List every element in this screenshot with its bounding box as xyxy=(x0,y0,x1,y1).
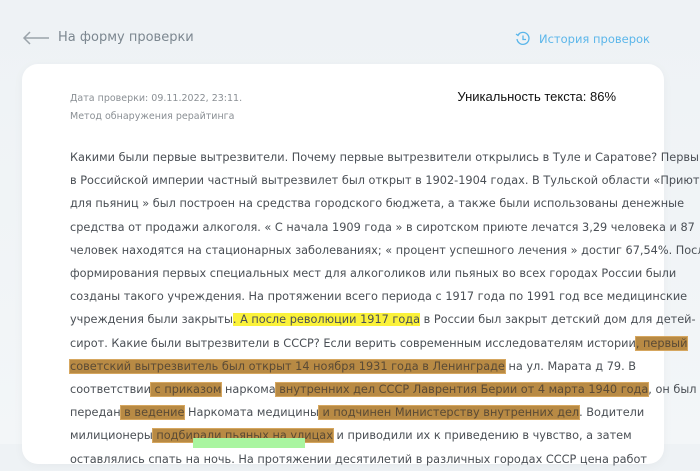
highlight-orange: с приказом xyxy=(149,382,223,398)
text-segment: сирот. Какие были вытрезвители в СССР? Е… xyxy=(70,336,636,350)
highlight-orange: и подчинен Министерству внутренних дел xyxy=(317,405,581,421)
highlight-orange: в ведение xyxy=(119,405,186,421)
back-label: На форму проверки xyxy=(58,30,194,45)
text-line: милиционеры подбирали пьяных на улицах и… xyxy=(70,424,700,447)
arrow-left-icon xyxy=(22,30,49,45)
highlight-orange: , первый xyxy=(634,335,689,351)
checked-text: Какими были первые вытрезвители. Почему … xyxy=(69,146,700,471)
text-line: человек находятся на стационарных заболе… xyxy=(70,239,700,262)
highlight-green xyxy=(193,438,305,448)
text-segment: . Водители xyxy=(579,406,645,420)
text-line: соответствии с приказом наркома внутренн… xyxy=(70,378,700,401)
text-line: созданы такого учреждения. На протяжении… xyxy=(70,285,700,308)
text-segment: человек находятся на стационарных заболе… xyxy=(70,243,700,257)
history-icon xyxy=(515,31,530,45)
text-segment: , он был xyxy=(648,383,697,397)
text-segment: средства от продажи алкоголя. « С начала… xyxy=(70,220,695,234)
text-line: в Российской империи частный вытрезвилет… xyxy=(70,169,700,192)
check-method: Метод обнаружения рерайтинга xyxy=(70,111,235,122)
text-segment: оставлялись спать на ночь. На протяжении… xyxy=(70,452,648,466)
text-segment: созданы такого учреждения. На протяжении… xyxy=(70,290,688,304)
back-to-form-link[interactable]: На форму проверки xyxy=(22,30,194,45)
result-card: Дата проверки: 09.11.2022, 23:11. Метод … xyxy=(22,64,700,466)
text-line: для пьяниц » был построен на средства го… xyxy=(70,192,700,215)
text-line: учреждения были закрыты. А после революц… xyxy=(70,308,700,331)
text-line: средства от продажи алкоголя. « С начала… xyxy=(70,216,700,239)
text-segment: учреждения были закрыты xyxy=(70,313,233,327)
history-label: История проверок xyxy=(539,32,650,46)
highlight-orange: советский вытрезвитель был открыт 14 ноя… xyxy=(69,358,506,374)
text-segment: милиционеры xyxy=(70,429,153,443)
text-segment: соответствии xyxy=(70,383,151,397)
uniqueness-score: Уникальность текста: 86% xyxy=(457,89,616,104)
text-segment: и приводили их к приведению в чувство, а… xyxy=(332,429,632,443)
text-segment: в Российской империи частный вытрезвилет… xyxy=(70,174,700,188)
text-segment: передан xyxy=(70,406,121,420)
text-segment: на ул. Марата д 79. В xyxy=(504,359,637,373)
text-segment: наркома xyxy=(221,383,276,397)
highlight-yellow: . А после революции 1917 года xyxy=(232,313,420,327)
text-segment: Какими были первые вытрезвители. Почему … xyxy=(70,151,700,164)
highlight-orange: внутренних дел СССР Лаврентия Берии от 4… xyxy=(274,382,650,398)
text-line: формирования первых специальных мест для… xyxy=(70,262,700,285)
history-link[interactable]: История проверок xyxy=(515,31,650,47)
check-meta: Дата проверки: 09.11.2022, 23:11. Метод … xyxy=(70,90,242,126)
text-segment: формирования первых специальных мест для… xyxy=(70,267,677,281)
text-segment: для пьяниц » был построен на средства го… xyxy=(70,197,685,211)
check-date: Дата проверки: 09.11.2022, 23:11. xyxy=(70,93,243,104)
text-segment: Наркомата медицины xyxy=(184,406,319,420)
text-line: сирот. Какие были вытрезвители в СССР? Е… xyxy=(70,332,700,355)
text-segment: в России был закрыт детский дом для дете… xyxy=(420,313,696,327)
text-line: передан в ведение Наркомата медицины и п… xyxy=(70,401,700,424)
text-line: советский вытрезвитель был открыт 14 ноя… xyxy=(69,355,700,378)
text-line: оставлялись спать на ночь. На протяжении… xyxy=(70,448,700,471)
text-line: Какими были первые вытрезвители. Почему … xyxy=(70,146,700,169)
